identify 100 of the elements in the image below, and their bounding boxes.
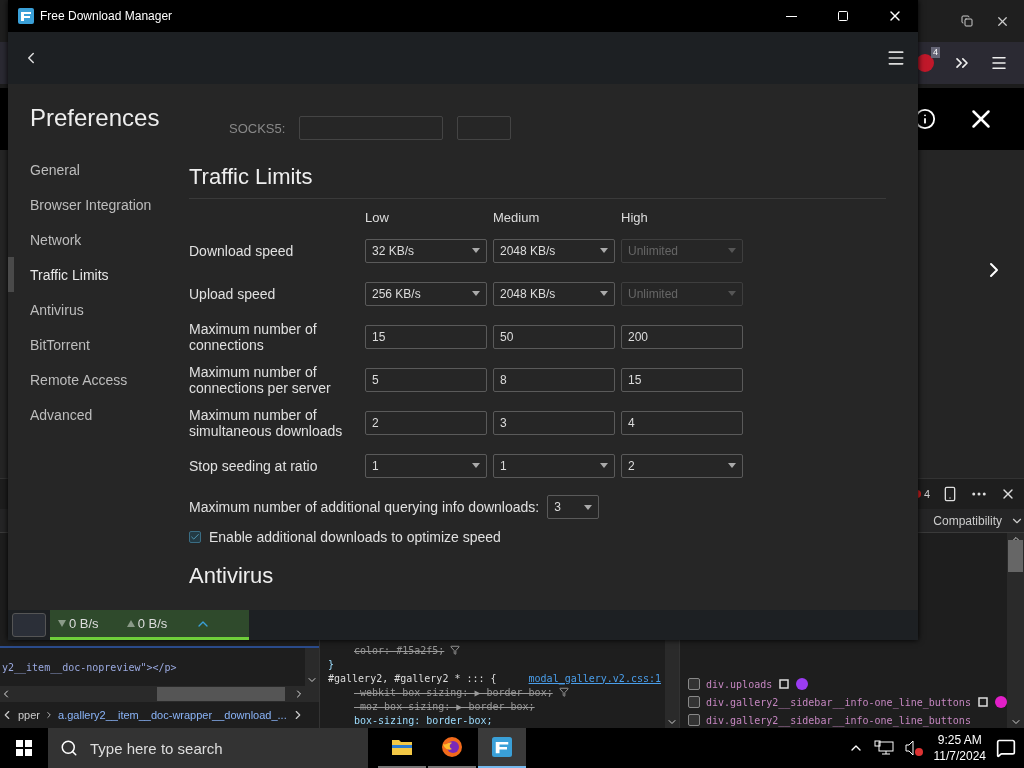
notification-icon[interactable] (996, 738, 1016, 758)
caret-icon (728, 291, 736, 296)
dom-node[interactable]: div.uploads (706, 678, 773, 690)
dropdown[interactable]: 1 (493, 453, 615, 478)
window-title: Free Download Manager (40, 9, 174, 23)
folder-icon (391, 738, 413, 756)
column-header: Low (365, 209, 389, 225)
column-header: Medium (493, 209, 540, 225)
input-field[interactable]: 15 (621, 367, 743, 392)
scrollbar-thumb[interactable] (1008, 539, 1023, 572)
breadcrumb-item[interactable]: pper (18, 709, 41, 721)
color-dot[interactable] (994, 696, 1007, 708)
caret-icon (600, 463, 608, 468)
stylesheet-link[interactable]: modal_gallery.v2.css:1 (528, 672, 661, 684)
css-declaration: -moz-box-sizing: ▶ border-box; (354, 700, 535, 712)
filter-icon[interactable] (450, 645, 461, 655)
download-speed: 0 B/s (69, 616, 99, 631)
extension-badge: 4 (931, 47, 940, 58)
caret-icon (472, 463, 480, 468)
section-title: Antivirus (189, 563, 275, 589)
flex-icon[interactable] (976, 696, 989, 708)
thumbnail[interactable] (12, 613, 46, 637)
sidebar-item[interactable]: Antivirus (8, 292, 189, 327)
sidebar-item[interactable]: Advanced (8, 397, 189, 432)
dropdown[interactable]: 3 (547, 495, 600, 519)
taskbar-app[interactable] (478, 728, 526, 768)
download-arrow-icon (58, 620, 66, 627)
search-field[interactable]: Type here to search (48, 728, 368, 768)
checkbox[interactable] (688, 678, 700, 690)
app-logo-icon (492, 737, 512, 757)
row-label: Maximum number of connections per server (189, 363, 332, 396)
sidebar-item[interactable]: BitTorrent (8, 327, 189, 362)
menu-icon (886, 48, 906, 68)
restore-icon[interactable] (961, 15, 973, 27)
maximize-icon (837, 10, 849, 22)
port-field[interactable] (457, 116, 512, 140)
sidebar-item[interactable]: Browser Integration (8, 187, 189, 222)
speed-panel[interactable]: 0 B/s 0 B/s (50, 610, 249, 640)
input-field[interactable]: 2 (365, 410, 487, 435)
dom-node[interactable]: div.gallery2__sidebar__info-one_line_buttons (706, 696, 971, 708)
sidebar-item[interactable]: General (8, 152, 189, 187)
css-selector: #gallery2, #gallery2 * ::: { (328, 672, 497, 684)
network-icon[interactable] (873, 740, 894, 756)
field-label: Maximum number of additional querying info downloads: (189, 499, 540, 515)
flex-icon[interactable] (778, 678, 791, 690)
input-field[interactable]: 200 (621, 324, 743, 349)
css-declaration: -webkit-box-sizing: ▶ border-box; (354, 686, 553, 698)
muted-speaker-icon[interactable] (903, 740, 924, 756)
row-label: Download speed (189, 242, 294, 259)
dropdown[interactable]: 32 KB/s (365, 238, 487, 263)
sidebar-item[interactable]: Remote Access (8, 362, 189, 397)
field-label: SOCKS5: (229, 120, 286, 136)
scrollbar-thumb[interactable] (157, 687, 285, 701)
devtools-tab[interactable]: Compatibility (925, 513, 1010, 528)
checkbox[interactable] (189, 531, 201, 543)
breadcrumb-item[interactable]: a.gallery2__item__doc-wrapper__download_... (58, 709, 287, 721)
page-title: Preferences (29, 104, 161, 132)
dropdown[interactable]: 256 KB/s (365, 281, 487, 306)
clock-date[interactable]: 11/7/2024 (933, 748, 986, 764)
search-icon (60, 739, 78, 757)
input-field[interactable] (299, 116, 444, 140)
css-declaration: } (328, 658, 335, 670)
checkbox[interactable] (688, 696, 700, 708)
css-declaration: box-sizing: border-box; (354, 714, 493, 726)
dropdown[interactable]: 2048 KB/s (493, 281, 615, 306)
column-header: High (621, 209, 648, 225)
checkbox[interactable] (688, 714, 700, 726)
dom-node[interactable]: div.gallery2__sidebar__info-one_line_buttons (706, 714, 971, 726)
row-label: Maximum number of simultaneous downloads (189, 406, 344, 439)
section-title: Traffic Limits (189, 164, 886, 199)
css-declaration: color: #15a2f5; (354, 644, 445, 656)
device-icon[interactable] (942, 486, 958, 502)
caret-icon (472, 248, 480, 253)
issue-count: 4 (923, 488, 930, 500)
caret-icon (600, 291, 608, 296)
caret-icon (600, 248, 608, 253)
clock-time[interactable]: 9:25 AM (937, 732, 982, 748)
dropdown[interactable]: 1 (365, 453, 487, 478)
color-dot[interactable] (796, 678, 809, 690)
input-field[interactable]: 3 (493, 410, 615, 435)
checkbox-label: Enable additional downloads to optimize speed (209, 529, 501, 545)
menu-icon[interactable] (990, 54, 1008, 72)
windows-logo-icon (16, 740, 32, 756)
dropdown[interactable]: 2048 KB/s (493, 238, 615, 263)
input-field[interactable]: 4 (621, 410, 743, 435)
firefox-icon (441, 736, 463, 758)
app-logo-icon (18, 8, 34, 24)
input-field[interactable]: 8 (493, 367, 615, 392)
row-label: Maximum number of connections (189, 320, 318, 353)
sidebar-item[interactable]: Network (8, 222, 189, 257)
caret-icon (472, 291, 480, 296)
dropdown[interactable]: 2 (621, 453, 743, 478)
input-field[interactable]: 50 (493, 324, 615, 349)
minimize-icon (785, 15, 797, 17)
input-field[interactable]: 15 (365, 324, 487, 349)
input-field[interactable]: 5 (365, 367, 487, 392)
filter-icon[interactable] (558, 687, 569, 697)
code-line: y2__item__doc-nopreview"></p> (1, 661, 178, 673)
menu-button[interactable] (886, 48, 906, 68)
sidebar-item[interactable]: Traffic Limits (8, 257, 189, 292)
